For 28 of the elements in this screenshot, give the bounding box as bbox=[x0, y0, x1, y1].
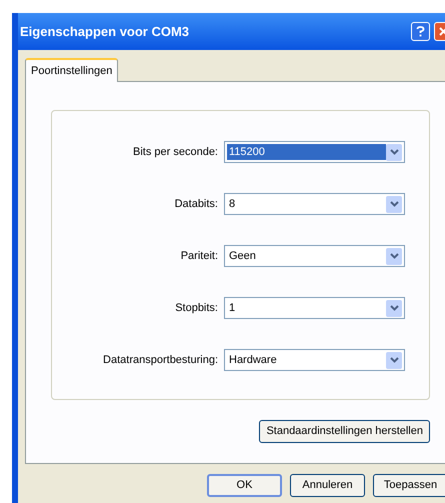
dropdown[interactable]: Geen bbox=[224, 245, 405, 267]
dropdown-arrow-button[interactable] bbox=[386, 144, 402, 160]
help-icon bbox=[416, 26, 425, 37]
dropdown[interactable]: 115200 bbox=[224, 141, 405, 163]
window-title: Eigenschappen voor COM3 bbox=[20, 22, 190, 41]
dropdown[interactable]: Hardware bbox=[224, 349, 405, 371]
dropdown[interactable]: 8 bbox=[224, 193, 405, 215]
dialog-button[interactable]: OK bbox=[207, 474, 282, 497]
help-button[interactable] bbox=[411, 22, 430, 41]
setting-label: Datatransportbesturing: bbox=[103, 352, 218, 368]
setting-label: Stopbits: bbox=[175, 300, 218, 316]
dropdown-arrow-button[interactable] bbox=[386, 196, 402, 212]
dropdown-value: Geen bbox=[228, 248, 257, 264]
setting-label: Databits: bbox=[174, 196, 218, 212]
dialog-button[interactable]: Annuleren bbox=[290, 474, 365, 497]
dropdown-value: 115200 bbox=[227, 144, 386, 160]
dropdown-value: Hardware bbox=[228, 352, 278, 368]
tab[interactable]: Poortinstellingen bbox=[25, 58, 118, 82]
dropdown-value: 1 bbox=[228, 300, 236, 316]
setting-label: Pariteit: bbox=[180, 248, 218, 264]
dropdown[interactable]: 1 bbox=[224, 297, 405, 319]
dropdown-arrow-button[interactable] bbox=[386, 248, 402, 264]
restore-defaults-button[interactable]: Standaardinstellingen herstellen bbox=[259, 420, 430, 443]
dropdown-arrow-button[interactable] bbox=[386, 300, 402, 316]
setting-label: Bits per seconde: bbox=[133, 144, 218, 160]
dropdown-value: 8 bbox=[228, 196, 236, 212]
dropdown-arrow-button[interactable] bbox=[386, 352, 402, 368]
dialog-button[interactable]: Toepassen bbox=[373, 474, 445, 497]
